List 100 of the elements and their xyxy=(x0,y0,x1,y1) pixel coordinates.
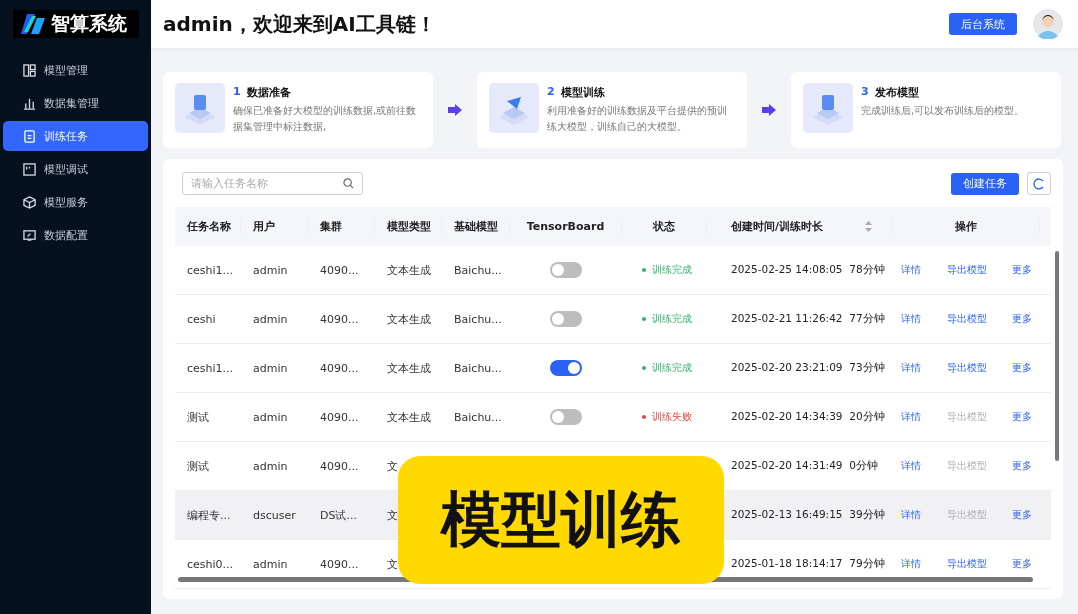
detail-link[interactable]: 详情 xyxy=(901,508,921,522)
document-icon xyxy=(23,129,36,143)
table-cell-text: admin xyxy=(252,361,289,375)
table-cell-text: dscuser xyxy=(252,508,297,522)
column-header: 基础模型 xyxy=(454,219,498,234)
tensorboard-switch[interactable] xyxy=(550,409,582,425)
table-cell-text: 4090... xyxy=(319,361,360,375)
more-link[interactable]: 更多 xyxy=(1012,459,1032,473)
step-title: 数据准备 xyxy=(246,85,291,100)
export-model-link[interactable]: 导出模型 xyxy=(946,263,987,277)
table-cell-text: 文本生成 xyxy=(386,262,432,278)
table-cell-text: 4090... xyxy=(319,410,360,424)
column-header: 模型类型 xyxy=(387,219,431,234)
table-cell-text: Baichu... xyxy=(453,263,503,277)
sidebar-item[interactable]: 模型管理 xyxy=(3,55,148,85)
monitor-icon xyxy=(23,228,36,242)
step-number: 2 xyxy=(547,85,555,100)
step-description: 利用准备好的训练数据及平台提供的预训练大模型，训练自己的大模型。 xyxy=(547,104,728,134)
search-icon xyxy=(343,178,354,189)
more-link[interactable]: 更多 xyxy=(1012,508,1032,522)
sidebar-item[interactable]: 数据集管理 xyxy=(3,88,148,118)
tensorboard-switch[interactable] xyxy=(550,311,582,327)
table-cell-text: admin xyxy=(252,263,289,277)
table-cell-text: 2025-02-25 14:08:05 78分钟 xyxy=(730,263,886,277)
table-cell-text: 文本生成 xyxy=(386,360,432,376)
table-cell-text: 2025-02-20 14:34:39 20分钟 xyxy=(730,410,886,424)
table-cell-text: ceshi1... xyxy=(186,263,235,277)
create-task-button[interactable]: 创建任务 xyxy=(951,172,1019,195)
more-link[interactable]: 更多 xyxy=(1012,361,1032,375)
table-cell-text: 2025-02-13 16:49:15 39分钟 xyxy=(730,508,886,522)
refresh-icon xyxy=(1033,177,1045,190)
column-header: 集群 xyxy=(320,219,342,234)
illustration-icon xyxy=(175,83,225,133)
detail-link[interactable]: 详情 xyxy=(901,410,921,424)
tensorboard-switch[interactable] xyxy=(550,360,582,376)
step-description: 完成训练后,可以发布训练后的模型。 xyxy=(861,104,1025,118)
sidebar-item[interactable]: 模型调试 xyxy=(3,154,148,184)
status-text: 训练失败 xyxy=(652,410,692,424)
step-title: 发布模型 xyxy=(874,85,919,100)
admin-system-button[interactable]: 后台系统 xyxy=(949,13,1017,35)
table-cell-text: ceshi1... xyxy=(186,361,235,375)
detail-link[interactable]: 详情 xyxy=(901,312,921,326)
export-model-link[interactable]: 导出模型 xyxy=(946,557,987,571)
page-title: admin，欢迎来到AI工具链！ xyxy=(163,10,436,38)
status-text: 训练完成 xyxy=(652,312,692,326)
logo-text: 智算系统 xyxy=(51,11,127,36)
arrow-icon xyxy=(448,104,462,116)
sidebar-item[interactable]: 数据配置 xyxy=(3,220,148,250)
step-title: 模型训练 xyxy=(560,85,605,100)
table-cell-text: DS试... xyxy=(319,507,358,523)
more-link[interactable]: 更多 xyxy=(1012,557,1032,571)
table-cell-text: admin xyxy=(252,557,289,571)
step-number: 1 xyxy=(233,85,241,100)
table-cell-text: 测试 xyxy=(186,458,210,474)
logo-icon xyxy=(21,14,45,34)
table-cell-text: 文 xyxy=(386,458,399,474)
table-cell-text: 2025-02-20 23:21:09 73分钟 xyxy=(730,361,886,375)
status-text: 训练完成 xyxy=(652,263,692,277)
detail-link[interactable]: 详情 xyxy=(901,263,921,277)
table-cell-text: 2025-01-18 18:14:17 79分钟 xyxy=(730,557,886,571)
column-header: TensorBoard xyxy=(526,220,605,233)
detail-link[interactable]: 详情 xyxy=(901,557,921,571)
avatar-icon[interactable] xyxy=(1033,9,1063,39)
sidebar-item[interactable]: 模型服务 xyxy=(3,187,148,217)
column-header: 操作 xyxy=(955,219,977,234)
table-cell-text: 4090... xyxy=(319,557,360,571)
table-cell-text: 4090... xyxy=(319,459,360,473)
column-header: 状态 xyxy=(653,219,675,234)
table-cell-text: 文 xyxy=(386,556,399,572)
column-header: 任务名称 xyxy=(187,219,231,234)
table-cell-text: ceshi0... xyxy=(186,557,235,571)
table-cell-text: admin xyxy=(252,459,289,473)
column-header: 用户 xyxy=(253,219,275,234)
export-model-link[interactable]: 导出模型 xyxy=(946,312,987,326)
more-link[interactable]: 更多 xyxy=(1012,312,1032,326)
table-cell-text: 文 xyxy=(386,507,399,523)
refresh-button[interactable] xyxy=(1027,172,1051,195)
table-cell-text: Baichu... xyxy=(453,410,503,424)
table-cell-text: 文本生成 xyxy=(386,311,432,327)
step-number: 3 xyxy=(861,85,869,100)
more-link[interactable]: 更多 xyxy=(1012,263,1032,277)
tensorboard-switch[interactable] xyxy=(550,262,582,278)
search-field[interactable]: 请输入任务名称 xyxy=(182,172,363,195)
detail-link[interactable]: 详情 xyxy=(901,361,921,375)
table-cell-text: Baichu... xyxy=(453,361,503,375)
vertical-scrollbar[interactable] xyxy=(1055,251,1059,461)
export-model-link[interactable]: 导出模型 xyxy=(946,361,987,375)
board-icon xyxy=(23,162,36,176)
table-cell-text: 4090... xyxy=(319,263,360,277)
more-link[interactable]: 更多 xyxy=(1012,410,1032,424)
sidebar-item[interactable]: 训练任务 xyxy=(3,121,148,151)
column-header: 创建时间/训练时长 xyxy=(731,219,824,234)
layout-icon xyxy=(23,63,36,77)
table-cell-text: admin xyxy=(252,410,289,424)
table-cell-text: 4090... xyxy=(319,312,360,326)
step-description: 确保已准备好大模型的训练数据,或前往数据集管理中标注数据, xyxy=(233,104,418,134)
detail-link[interactable]: 详情 xyxy=(901,459,921,473)
sort-icon[interactable] xyxy=(865,221,872,232)
table-cell-text: admin xyxy=(252,312,289,326)
table-cell-text: 2025-02-21 11:26:42 77分钟 xyxy=(730,312,886,326)
